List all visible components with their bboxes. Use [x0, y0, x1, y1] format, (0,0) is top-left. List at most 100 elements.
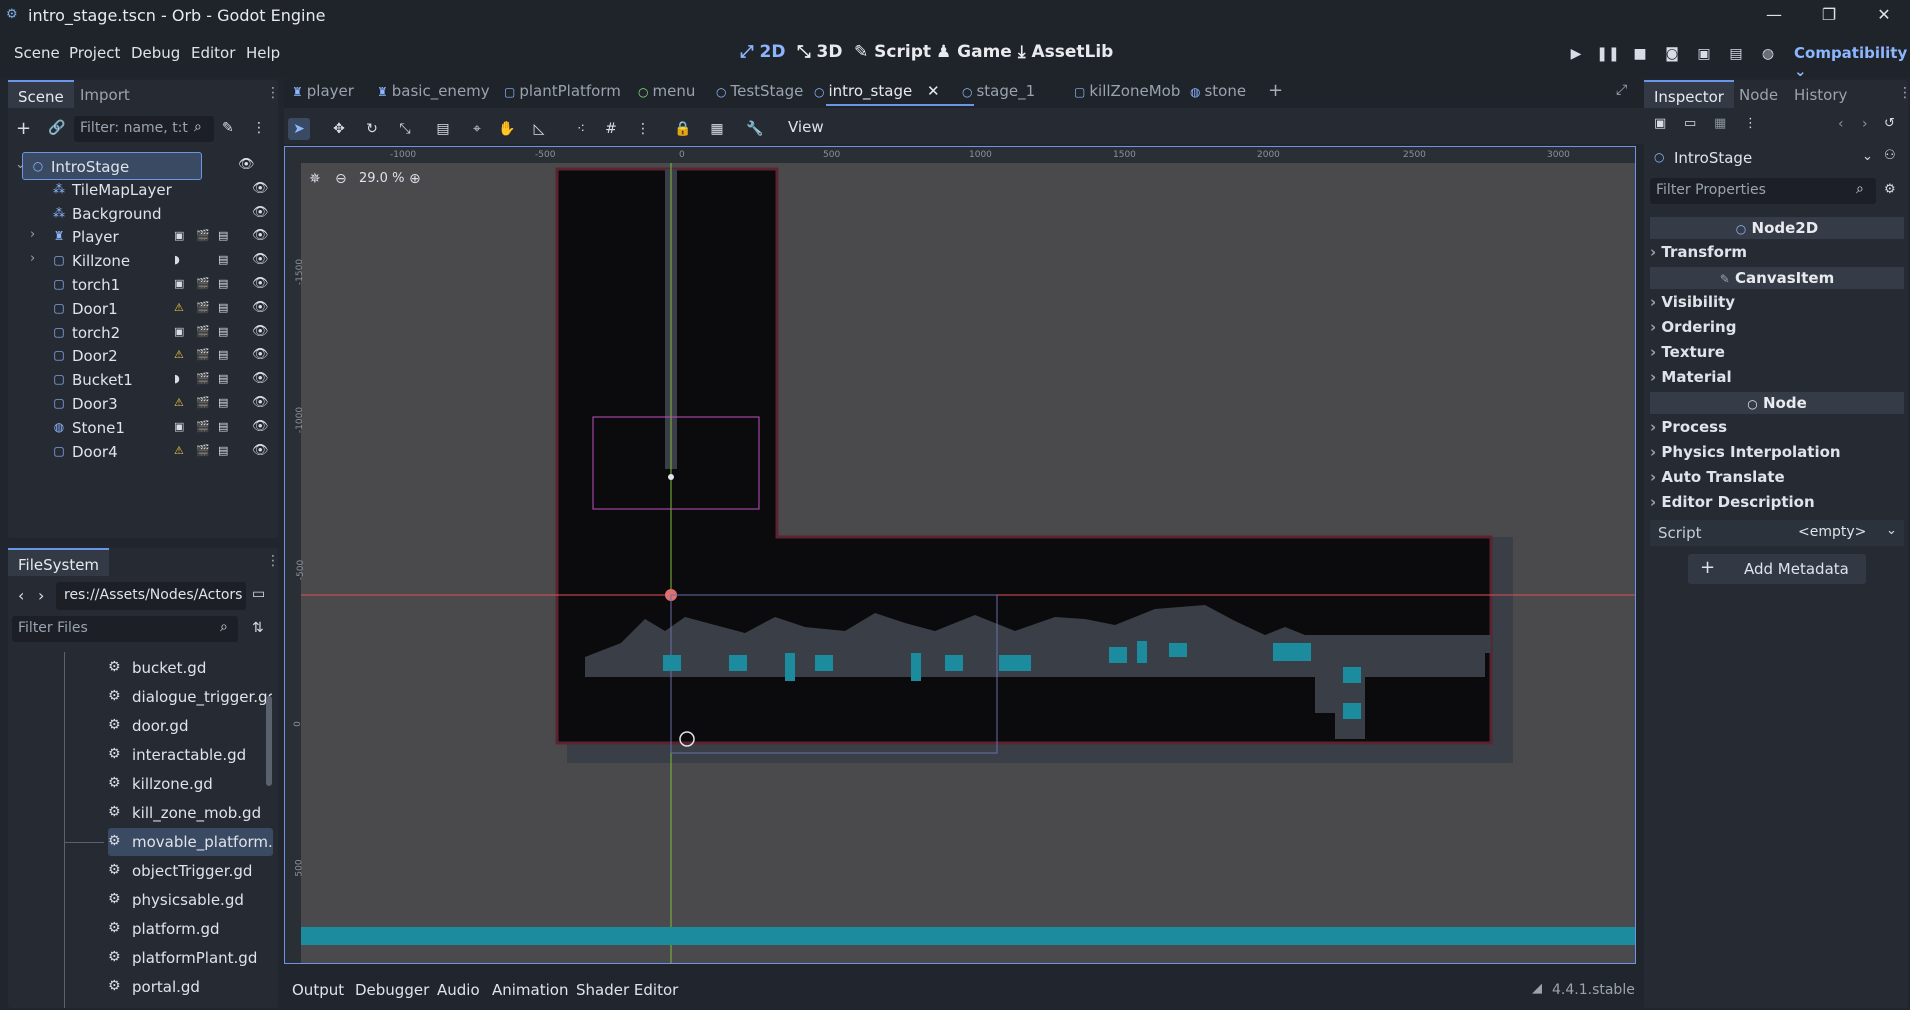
- script-icon[interactable]: ▤: [218, 396, 228, 409]
- file-item[interactable]: ⚙ door.gd: [108, 712, 273, 740]
- movie-maker-button[interactable]: ◍: [1756, 43, 1780, 65]
- new-resource-icon[interactable]: ▣: [1654, 116, 1666, 131]
- play-scene-button[interactable]: ▣: [1692, 43, 1716, 65]
- script-icon[interactable]: ▤: [218, 444, 228, 457]
- script-attached-icon[interactable]: ▣: [174, 277, 184, 290]
- script-icon[interactable]: ▤: [218, 277, 228, 290]
- section-editor-description[interactable]: › Editor Description: [1650, 493, 1900, 517]
- tab-audio[interactable]: Audio: [437, 981, 480, 999]
- section-transform[interactable]: › Transform: [1650, 243, 1900, 267]
- clapper-icon[interactable]: 🎬: [196, 301, 210, 314]
- script-attached-icon[interactable]: ▣: [174, 420, 184, 433]
- zoom-out-icon[interactable]: ⊖: [335, 171, 347, 187]
- tab-import[interactable]: Import: [70, 80, 140, 108]
- update-spinner-icon[interactable]: ◢: [1532, 981, 1542, 996]
- workspace-assetlib[interactable]: ⤓ AssetLib: [1018, 42, 1113, 62]
- remote-debug-button[interactable]: ◙: [1660, 43, 1684, 65]
- minimize-button[interactable]: —: [1752, 3, 1796, 27]
- editor-tab-teststage[interactable]: ○ TestStage: [716, 82, 803, 108]
- tab-filesystem[interactable]: FileSystem: [8, 548, 110, 576]
- close-window-button[interactable]: ✕: [1862, 3, 1906, 27]
- filter-files-input[interactable]: Filter Files ⌕: [12, 616, 238, 642]
- ruler-tool-icon[interactable]: ◺: [528, 118, 550, 140]
- extra-options-icon[interactable]: ⋮: [1744, 116, 1757, 131]
- grid-snap-icon[interactable]: #: [600, 118, 622, 140]
- add-tab-button[interactable]: +: [1268, 80, 1283, 101]
- tab-shader-editor[interactable]: Shader Editor: [576, 981, 678, 999]
- group-icon[interactable]: ▦: [706, 118, 728, 140]
- editor-tab-menu[interactable]: ○ menu: [638, 82, 695, 108]
- pan-tool-icon[interactable]: ✋: [496, 118, 518, 140]
- dock-menu-icon[interactable]: ⋮: [266, 85, 280, 101]
- stop-button[interactable]: ■: [1628, 43, 1652, 65]
- file-item[interactable]: ⚙ portal.gd: [108, 973, 273, 1001]
- file-item[interactable]: ⚙ platform.gd: [108, 915, 273, 943]
- clapper-icon[interactable]: 🎬: [196, 444, 210, 457]
- menu-project[interactable]: Project: [69, 44, 120, 62]
- visibility-icon[interactable]: 👁: [238, 157, 255, 172]
- object-properties-icon[interactable]: ⚇: [1884, 148, 1896, 163]
- save-resource-icon[interactable]: ▦: [1714, 116, 1726, 131]
- section-process[interactable]: › Process: [1650, 418, 1900, 442]
- forward-icon[interactable]: ›: [38, 586, 44, 605]
- script-icon[interactable]: ▤: [218, 420, 228, 433]
- pivot-tool-icon[interactable]: ⌖: [466, 118, 488, 140]
- clapper-icon[interactable]: 🎬: [196, 348, 210, 361]
- tab-node[interactable]: Node: [1729, 80, 1788, 108]
- play-custom-scene-button[interactable]: ▤: [1724, 43, 1748, 65]
- dock-menu-icon[interactable]: ⋮: [266, 553, 280, 569]
- filter-properties-input[interactable]: Filter Properties ⌕: [1650, 178, 1876, 204]
- script-icon[interactable]: ▤: [218, 372, 228, 385]
- inspected-object-select[interactable]: ○ IntroStage ⌄: [1650, 146, 1876, 172]
- visibility-icon[interactable]: 👁: [252, 347, 269, 362]
- clapper-icon[interactable]: 🎬: [196, 372, 210, 385]
- script-attached-icon[interactable]: ▣: [174, 229, 184, 242]
- scene-filter-input[interactable]: Filter: name, t:t ⌕: [74, 116, 214, 142]
- scene-options-icon[interactable]: ⋮: [252, 120, 266, 136]
- lock-icon[interactable]: 🔒: [672, 118, 694, 140]
- expand-arrow-icon[interactable]: ›: [30, 227, 35, 242]
- move-tool-icon[interactable]: ✥: [328, 118, 350, 140]
- rotate-tool-icon[interactable]: ↻: [361, 118, 383, 140]
- visibility-icon[interactable]: 👁: [252, 181, 269, 196]
- file-list-scrollbar[interactable]: [266, 696, 272, 786]
- script-value[interactable]: <empty>: [1798, 524, 1866, 540]
- workspace-3d[interactable]: ⤡ 3D: [797, 42, 842, 62]
- warning-icon[interactable]: ⚠: [174, 301, 184, 314]
- attach-script-button[interactable]: ✎: [222, 120, 234, 136]
- clapper-icon[interactable]: 🎬: [196, 420, 210, 433]
- menu-debug[interactable]: Debug: [131, 44, 180, 62]
- history-forward-icon[interactable]: ›: [1862, 116, 1868, 132]
- load-resource-icon[interactable]: ▭: [1684, 116, 1696, 131]
- file-item[interactable]: ⚙ movable_platform...: [108, 828, 273, 856]
- visibility-icon[interactable]: 👁: [252, 324, 269, 339]
- collapse-arrow-icon[interactable]: ⌄: [15, 157, 26, 172]
- section-ordering[interactable]: › Ordering: [1650, 318, 1900, 342]
- add-metadata-button[interactable]: + Add Metadata: [1688, 554, 1866, 584]
- snap-options-icon[interactable]: ⋮: [632, 118, 654, 140]
- distraction-free-icon[interactable]: ⤢: [1616, 82, 1627, 98]
- file-item[interactable]: ⚙ objectTrigger.gd: [108, 857, 273, 885]
- visibility-icon[interactable]: 👁: [252, 419, 269, 434]
- object-history-icon[interactable]: ↺: [1884, 116, 1895, 131]
- section-material[interactable]: › Material: [1650, 368, 1900, 392]
- workspace-game[interactable]: ♟ Game: [936, 42, 1012, 62]
- editor-tab-basic_enemy[interactable]: ♜ basic_enemy: [377, 82, 490, 108]
- zoom-level[interactable]: 29.0 %: [359, 171, 404, 186]
- renderer-select[interactable]: Compatibility ⌄: [1794, 44, 1910, 80]
- script-icon[interactable]: ▤: [218, 325, 228, 338]
- workspace-2d[interactable]: ⤢ 2D: [740, 42, 785, 62]
- clapper-icon[interactable]: 🎬: [196, 229, 210, 242]
- maximize-button[interactable]: ❐: [1807, 3, 1851, 27]
- instance-scene-button[interactable]: 🔗: [48, 120, 65, 136]
- tab-debugger[interactable]: Debugger: [355, 981, 429, 999]
- zoom-in-icon[interactable]: ⊕: [409, 171, 421, 187]
- workspace-script[interactable]: ✎ Script: [854, 42, 931, 62]
- canvas-viewport[interactable]: -1000 -500 0 500 1000 1500 2000 2500 300…: [284, 146, 1636, 964]
- script-icon[interactable]: ▤: [218, 348, 228, 361]
- tab-scene[interactable]: Scene: [8, 80, 74, 108]
- sort-icon[interactable]: ⇅: [252, 620, 264, 636]
- section-auto-translate[interactable]: › Auto Translate: [1650, 468, 1900, 492]
- editor-tab-plantplatform[interactable]: ▢ plantPlatform: [504, 82, 621, 108]
- visibility-icon[interactable]: 👁: [252, 276, 269, 291]
